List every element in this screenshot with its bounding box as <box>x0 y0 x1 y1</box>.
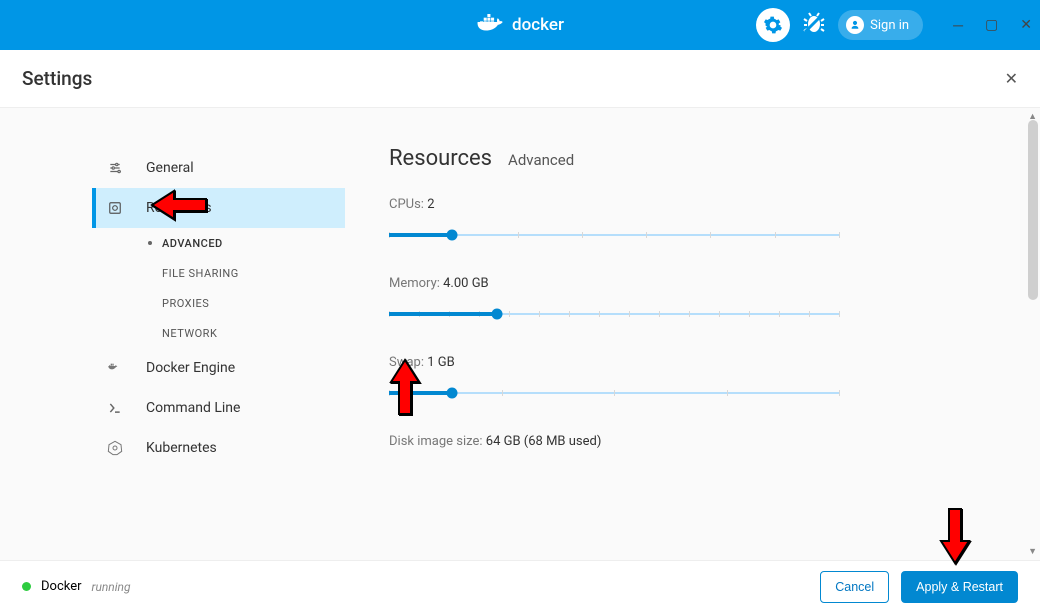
memory-field: Memory: 4.00 GB <box>389 276 990 319</box>
section-subtitle: Advanced <box>508 151 574 169</box>
cpus-value: 2 <box>427 197 434 212</box>
section-heading: Resources <box>389 146 492 171</box>
sidebar-item-label: General <box>146 160 194 176</box>
disk-field: Disk image size: 64 GB (68 MB used) <box>389 434 990 449</box>
settings-header: Settings ✕ <box>0 50 1040 108</box>
docker-status: Docker running <box>22 579 131 594</box>
cpus-field: CPUs: 2 <box>389 197 990 240</box>
memory-slider[interactable] <box>389 309 839 319</box>
debug-button[interactable] <box>802 11 826 39</box>
status-name: Docker <box>41 579 82 594</box>
whale-icon <box>476 14 506 36</box>
minimize-button[interactable]: ─ <box>953 17 963 34</box>
sidebar-item-label: Kubernetes <box>146 440 217 456</box>
maximize-button[interactable]: ▢ <box>985 17 998 33</box>
swap-slider[interactable] <box>389 388 839 398</box>
settings-body: General Resources ADVANCED FILE SHARING … <box>0 108 1040 560</box>
sidebar-item-general[interactable]: General <box>92 148 345 188</box>
signin-button[interactable]: Sign in <box>838 10 923 40</box>
swap-field: Swap: 1 GB <box>389 355 990 398</box>
swap-value: 1 GB <box>427 355 455 370</box>
apply-restart-button[interactable]: Apply & Restart <box>901 571 1018 603</box>
subnav-file-sharing[interactable]: FILE SHARING <box>148 258 345 288</box>
gear-icon <box>763 15 783 35</box>
sidebar-item-docker-engine[interactable]: Docker Engine <box>92 348 345 388</box>
sidebar-item-label: Resources <box>146 200 212 216</box>
window-controls: ─ ▢ ✕ <box>953 17 1032 34</box>
sliders-icon <box>106 161 124 175</box>
sidebar-item-label: Command Line <box>146 400 240 416</box>
signin-label: Sign in <box>870 18 909 33</box>
app-name: docker <box>512 15 564 35</box>
subnav-advanced[interactable]: ADVANCED <box>148 228 345 258</box>
settings-gear-button[interactable] <box>756 8 790 42</box>
cli-icon <box>106 401 124 415</box>
docker-logo: docker <box>476 14 564 36</box>
status-state: running <box>92 580 131 594</box>
page-title: Settings <box>22 67 92 90</box>
settings-main: Resources Advanced CPUs: 2 Memory: 4.00 … <box>345 108 1040 560</box>
cancel-button[interactable]: Cancel <box>820 571 889 603</box>
engine-icon <box>106 362 124 374</box>
settings-footer: Docker running Cancel Apply & Restart <box>0 560 1040 612</box>
settings-sidebar: General Resources ADVANCED FILE SHARING … <box>0 108 345 560</box>
kubernetes-icon <box>106 440 124 456</box>
app-topbar: docker Sign in ─ ▢ ✕ <box>0 0 1040 50</box>
close-settings-button[interactable]: ✕ <box>1005 69 1018 88</box>
scroll-down-icon[interactable]: ▼ <box>1028 546 1037 557</box>
sidebar-item-kubernetes[interactable]: Kubernetes <box>92 428 345 468</box>
avatar-icon <box>846 16 864 34</box>
resources-icon <box>106 201 124 215</box>
subnav-network[interactable]: NETWORK <box>148 318 345 348</box>
sidebar-item-command-line[interactable]: Command Line <box>92 388 345 428</box>
resources-subnav: ADVANCED FILE SHARING PROXIES NETWORK <box>92 228 345 348</box>
bug-icon <box>802 11 826 35</box>
close-window-button[interactable]: ✕ <box>1020 17 1032 33</box>
memory-value: 4.00 GB <box>443 276 489 291</box>
disk-value: 64 GB (68 MB used) <box>486 434 602 449</box>
sidebar-item-resources[interactable]: Resources <box>92 188 345 228</box>
sidebar-item-label: Docker Engine <box>146 360 235 376</box>
status-dot-icon <box>22 582 31 591</box>
scrollbar-thumb[interactable] <box>1028 120 1038 300</box>
cpus-slider[interactable] <box>389 230 839 240</box>
subnav-proxies[interactable]: PROXIES <box>148 288 345 318</box>
